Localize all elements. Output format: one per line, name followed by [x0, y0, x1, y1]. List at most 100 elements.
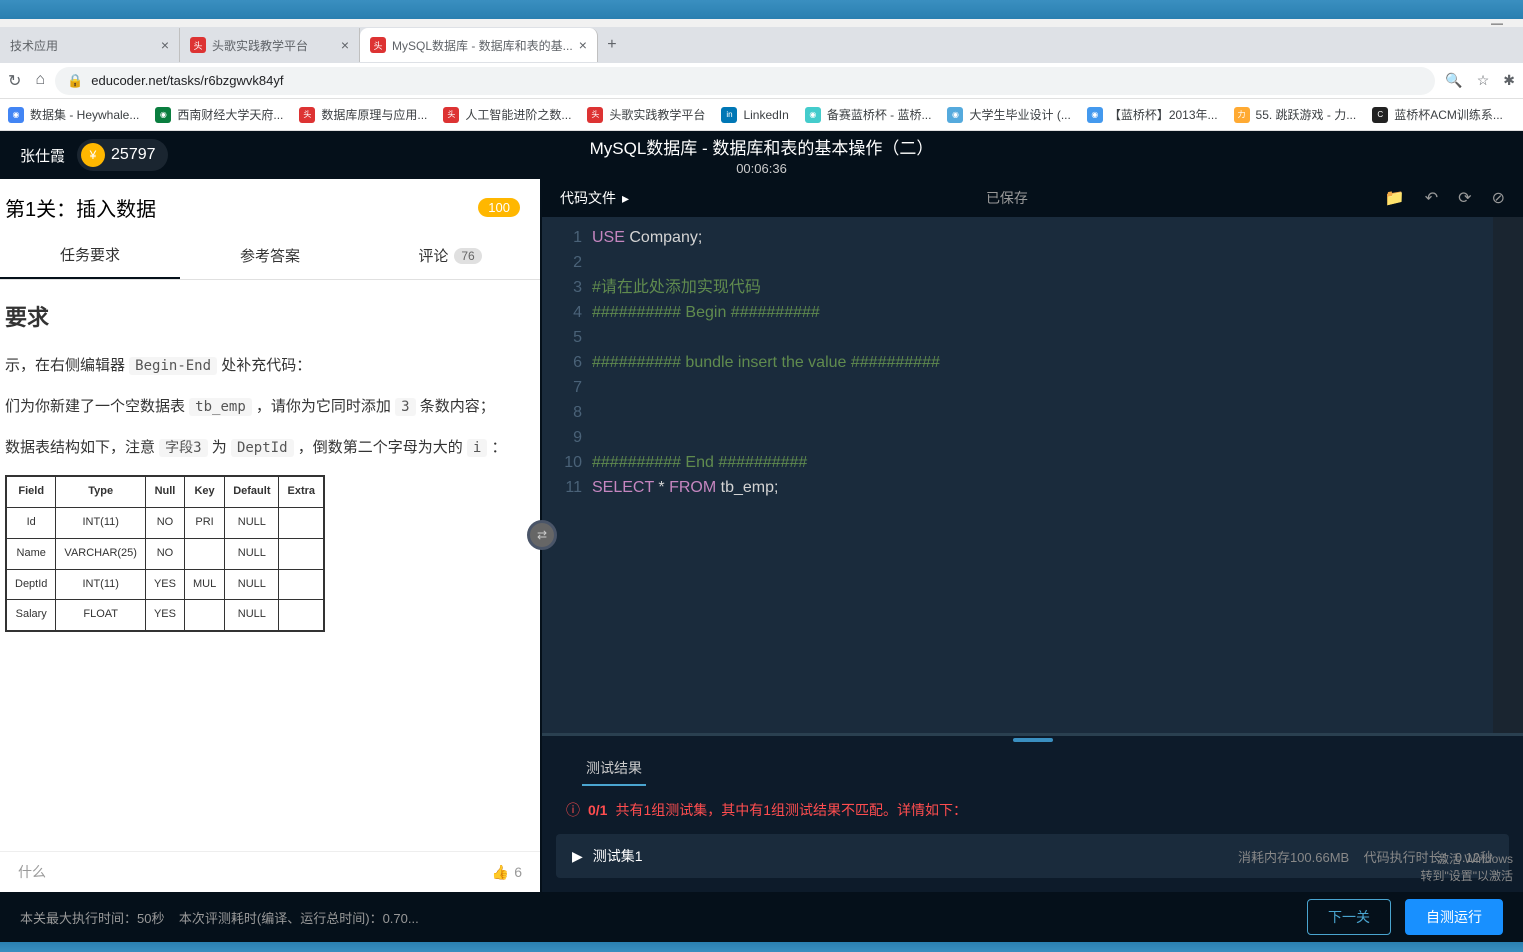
coin-count: 25797	[111, 146, 156, 164]
score-badge: 100	[478, 198, 520, 217]
code-line[interactable]: SELECT * FROM tb_emp;	[592, 475, 1493, 500]
panel-divider-handle[interactable]: ⇄	[527, 520, 557, 550]
paragraph: 们为你新建了一个空数据表 tb_emp ，请你为它同时添加 3 条数内容；	[5, 393, 526, 420]
star-icon[interactable]: ☆	[1477, 72, 1490, 89]
close-icon[interactable]: ×	[161, 37, 169, 53]
test-pass-count: 0/1	[588, 802, 607, 818]
test-panel-resize-handle[interactable]	[542, 736, 1523, 744]
saved-status: 已保存	[986, 188, 1028, 208]
code-line[interactable]: ########## bundle insert the value #####…	[592, 350, 1493, 375]
table-row: DeptIdINT(11)YESMULNULL	[6, 569, 324, 600]
task-content: 要求 示，在右侧编辑器 Begin-End 处补充代码： 们为你新建了一个空数据…	[0, 280, 540, 851]
footer-hint: 什么	[18, 862, 46, 882]
window-minimize[interactable]: —	[1491, 16, 1503, 30]
table-header: Extra	[279, 476, 324, 507]
address-bar: ↻ ⌂ 🔒 educoder.net/tasks/r6bzgwvk84yf 🔍 …	[0, 63, 1523, 99]
self-test-button[interactable]: 自测运行	[1405, 899, 1503, 935]
new-tab-button[interactable]: +	[598, 36, 626, 54]
folder-icon[interactable]: 📁	[1385, 188, 1405, 208]
table-header: Field	[6, 476, 56, 507]
code-editor[interactable]: 1234567891011 USE Company; #请在此处添加实现代码##…	[542, 217, 1523, 733]
main-area: 第1关：插入数据 100 任务要求 参考答案 评论76 要求 示，在右侧编辑器 …	[0, 179, 1523, 892]
schema-table: FieldTypeNullKeyDefaultExtra IdINT(11)NO…	[5, 475, 325, 632]
bookmark-10[interactable]: C蓝桥杯ACM训练系...	[1372, 106, 1503, 123]
code-line[interactable]: ########## End ##########	[592, 450, 1493, 475]
user-name[interactable]: 张仕霞	[20, 145, 65, 166]
bookmark-5[interactable]: inLinkedIn	[721, 107, 788, 123]
code-line[interactable]	[592, 375, 1493, 400]
page-title: MySQL数据库 - 数据库和表的基本操作（二）	[590, 134, 934, 159]
table-header: Default	[225, 476, 279, 507]
url-input[interactable]: 🔒 educoder.net/tasks/r6bzgwvk84yf	[55, 67, 1435, 95]
bookmark-6[interactable]: ◉备赛蓝桥杯 - 蓝桥...	[805, 106, 932, 123]
bookmark-8[interactable]: ◉【蓝桥杯】2013年...	[1087, 106, 1218, 123]
code-line[interactable]	[592, 400, 1493, 425]
refresh-icon[interactable]: ⟳	[1458, 188, 1471, 208]
play-icon[interactable]: ▸	[622, 190, 629, 207]
next-level-button[interactable]: 下一关	[1307, 899, 1391, 935]
file-label[interactable]: 代码文件	[560, 188, 616, 208]
lock-icon: 🔒	[67, 73, 83, 89]
table-row: IdINT(11)NOPRINULL	[6, 507, 324, 538]
eval-time: 本次评测耗时(编译、运行总时间)：0.70...	[179, 911, 419, 926]
paragraph: 示，在右侧编辑器 Begin-End 处补充代码：	[5, 352, 526, 379]
content-heading: 要求	[5, 298, 526, 338]
reset-icon[interactable]: ⊘	[1492, 188, 1505, 208]
code-line[interactable]: USE Company;	[592, 225, 1493, 250]
tab-title: 头歌实践教学平台	[212, 37, 308, 54]
code-line[interactable]	[592, 250, 1493, 275]
bookmark-1[interactable]: ◉西南财经大学天府...	[155, 106, 283, 123]
max-exec-time: 本关最大执行时间：50秒	[20, 911, 164, 926]
minimap[interactable]	[1493, 217, 1523, 733]
left-tabs: 任务要求 参考答案 评论76	[0, 232, 540, 280]
tab-comments[interactable]: 评论76	[360, 232, 540, 279]
test-panel: 测试结果 ⓘ 0/1 共有1组测试集，其中有1组测试结果不匹配。详情如下： ▶ …	[542, 733, 1523, 892]
window-controls: —	[0, 19, 1523, 27]
close-icon[interactable]: ×	[341, 37, 349, 53]
table-header: Type	[56, 476, 146, 507]
reload-icon[interactable]: ↻	[8, 71, 21, 91]
tab-reference-answer[interactable]: 参考答案	[180, 232, 360, 279]
tabs-bar: 技术应用 × 头 头歌实践教学平台 × 头 MySQL数据库 - 数据库和表的基…	[0, 27, 1523, 63]
tab-1[interactable]: 头 头歌实践教学平台 ×	[180, 28, 360, 62]
browser-chrome: — 技术应用 × 头 头歌实践教学平台 × 头 MySQL数据库 - 数据库和表…	[0, 19, 1523, 131]
level-title: 第1关：插入数据	[5, 193, 156, 222]
desktop-taskbar-bottom	[0, 942, 1523, 952]
bookmark-4[interactable]: 头头歌实践教学平台	[587, 106, 705, 123]
code-lines[interactable]: USE Company; #请在此处添加实现代码########## Begin…	[592, 217, 1493, 733]
timer: 00:06:36	[590, 161, 934, 176]
windows-activation-watermark: 激活 Windows 转到"设置"以激活	[1420, 850, 1513, 884]
bookmark-2[interactable]: 头数据库原理与应用...	[299, 106, 427, 123]
tab-test-results[interactable]: 测试结果	[582, 752, 646, 786]
test-set-row[interactable]: ▶ 测试集1 消耗内存100.66MB 代码执行时长：0.12秒	[556, 834, 1509, 878]
table-header: Null	[145, 476, 184, 507]
code-line[interactable]	[592, 425, 1493, 450]
code-line[interactable]	[592, 325, 1493, 350]
zoom-icon[interactable]: 🔍	[1445, 72, 1462, 89]
coin-badge[interactable]: ¥ 25797	[77, 139, 168, 171]
like-button[interactable]: 👍 6	[492, 864, 522, 881]
tab-0[interactable]: 技术应用 ×	[0, 28, 180, 62]
close-icon[interactable]: ×	[579, 37, 587, 53]
comment-count: 76	[454, 248, 481, 264]
bookmark-0[interactable]: ◉数据集 - Heywhale...	[8, 106, 139, 123]
tab-favicon: 头	[190, 37, 206, 53]
paragraph: 数据表结构如下，注意 字段3 为 DeptId ，倒数第二个字母为大的 i ：	[5, 434, 526, 461]
home-icon[interactable]: ⌂	[35, 71, 45, 91]
bookmark-7[interactable]: ◉大学生毕业设计 (...	[947, 106, 1070, 123]
error-icon: ⓘ	[566, 800, 580, 820]
tab-2[interactable]: 头 MySQL数据库 - 数据库和表的基... ×	[360, 28, 598, 62]
bookmarks-bar: ◉数据集 - Heywhale... ◉西南财经大学天府... 头数据库原理与应…	[0, 99, 1523, 131]
table-row: SalaryFLOATYESNULL	[6, 600, 324, 631]
tab-title: 技术应用	[10, 37, 58, 54]
test-summary: ⓘ 0/1 共有1组测试集，其中有1组测试结果不匹配。详情如下：	[542, 786, 1523, 834]
bookmark-3[interactable]: 头人工智能进阶之数...	[443, 106, 571, 123]
tab-title: MySQL数据库 - 数据库和表的基...	[392, 37, 573, 54]
bookmark-9[interactable]: 力55. 跳跃游戏 - 力...	[1234, 106, 1357, 123]
code-line[interactable]: ########## Begin ##########	[592, 300, 1493, 325]
extension-icon[interactable]: ✱	[1503, 72, 1515, 89]
tab-task-requirements[interactable]: 任务要求	[0, 232, 180, 279]
expand-icon[interactable]: ▶	[572, 848, 583, 865]
undo-icon[interactable]: ↶	[1425, 188, 1438, 208]
code-line[interactable]: #请在此处添加实现代码	[592, 275, 1493, 300]
